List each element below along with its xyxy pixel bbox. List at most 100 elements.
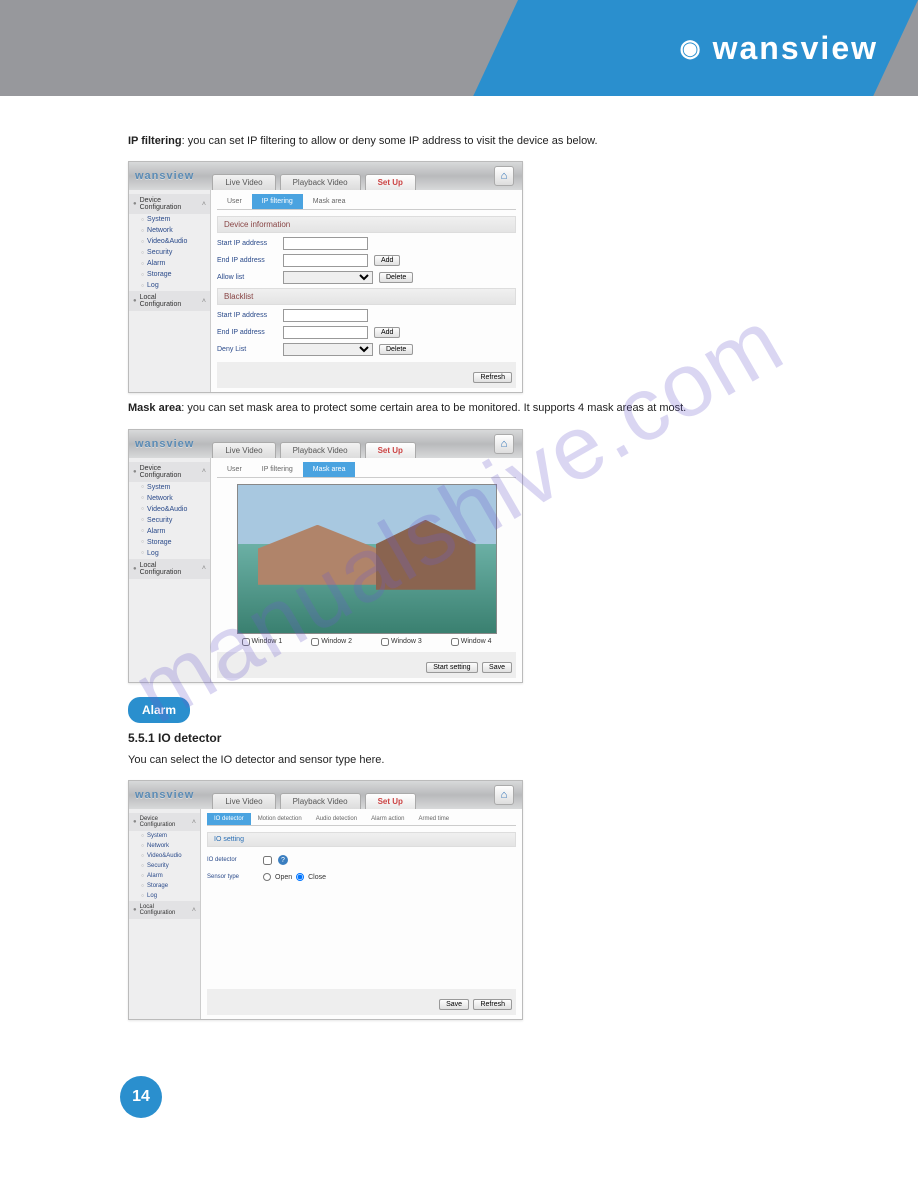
checkbox-io-detector[interactable] (263, 856, 272, 865)
delete-allow-button[interactable]: Delete (379, 272, 413, 283)
select-deny-list[interactable] (283, 343, 373, 356)
ip-filter-text: : you can set IP filtering to allow or d… (182, 135, 598, 147)
add-deny-button[interactable]: Add (374, 327, 400, 338)
sidebar-item-alarm[interactable]: Alarm (129, 258, 210, 269)
row-sensor-type: Sensor type Open Close (207, 873, 516, 881)
footer-bar-3: Save Refresh (207, 989, 516, 1015)
add-allow-button[interactable]: Add (374, 255, 400, 266)
ip-filter-label: IP filtering (128, 135, 182, 147)
sidebar-item-video-audio-2[interactable]: Video&Audio (129, 504, 210, 515)
refresh-button-1[interactable]: Refresh (473, 372, 512, 383)
mask-preview-image[interactable] (237, 484, 497, 634)
header-banner: ◉ wansview (0, 0, 918, 96)
subtab-armed-time[interactable]: Armed time (411, 813, 456, 825)
input-start-ip-allow[interactable] (283, 237, 368, 250)
checkbox-window-3[interactable] (381, 638, 389, 646)
ip-filter-intro: IP filtering: you can set IP filtering t… (128, 134, 878, 149)
subtabs-security-2: User IP filtering Mask area (217, 462, 516, 478)
home-icon[interactable]: ⌂ (494, 166, 514, 186)
sidebar-item-storage-3[interactable]: Storage (129, 881, 200, 891)
input-end-ip-allow[interactable] (283, 254, 368, 267)
subtab-io-detector[interactable]: IO detector (207, 813, 251, 825)
page-number: 14 (120, 1076, 162, 1118)
subtab-audio-detection[interactable]: Audio detection (309, 813, 364, 825)
tab-set-up[interactable]: Set Up (365, 174, 416, 190)
sidebar-item-alarm-2[interactable]: Alarm (129, 526, 210, 537)
check-window-3[interactable]: Window 3 (381, 638, 422, 646)
brand-logo: ◉ wansview (680, 30, 878, 67)
subtab-ip-filtering-2[interactable]: IP filtering (252, 462, 303, 477)
sidebar-item-log-2[interactable]: Log (129, 548, 210, 559)
sidebar-item-security[interactable]: Security (129, 247, 210, 258)
sidebar-item-log[interactable]: Log (129, 280, 210, 291)
sidebar-item-system[interactable]: System (129, 214, 210, 225)
topbar-tabs-1: Live Video Playback Video Set Up (212, 168, 416, 184)
sidebar-item-network[interactable]: Network (129, 225, 210, 236)
help-icon[interactable]: ? (278, 855, 288, 865)
refresh-io-button[interactable]: Refresh (473, 999, 512, 1010)
sidebar-group-device-config-3[interactable]: Device Configuration˄ (129, 813, 200, 831)
delete-deny-button[interactable]: Delete (379, 344, 413, 355)
check-window-2[interactable]: Window 2 (311, 638, 352, 646)
input-end-ip-deny[interactable] (283, 326, 368, 339)
sidebar-group-device-config-2[interactable]: Device Configuration˄ (129, 462, 210, 482)
tab-live-video-2[interactable]: Live Video (212, 442, 275, 458)
radio-close[interactable] (296, 873, 304, 881)
sidebar-item-security-2[interactable]: Security (129, 515, 210, 526)
sidebar-2: Device Configuration˄ System Network Vid… (129, 458, 211, 682)
home-icon-3[interactable]: ⌂ (494, 785, 514, 805)
start-setting-button[interactable]: Start setting (426, 662, 477, 673)
row-io-detector: IO detector ? (207, 855, 516, 865)
check-window-4[interactable]: Window 4 (451, 638, 492, 646)
page-content: manualshive.com IP filtering: you can se… (0, 96, 918, 1148)
subtab-user[interactable]: User (217, 194, 252, 209)
app-logo-2: wansview (135, 438, 194, 450)
subtab-mask-area[interactable]: Mask area (303, 194, 356, 209)
sidebar-group-local-config-2[interactable]: Local Configuration˄ (129, 559, 210, 579)
checkbox-window-2[interactable] (311, 638, 319, 646)
window-checks: Window 1 Window 2 Window 3 Window 4 (227, 638, 506, 646)
tab-live-video-3[interactable]: Live Video (212, 793, 275, 809)
main-panel-io: IO detector Motion detection Audio detec… (201, 809, 522, 1019)
subtab-user-2[interactable]: User (217, 462, 252, 477)
sidebar-item-network-2[interactable]: Network (129, 493, 210, 504)
subtabs-alarm: IO detector Motion detection Audio detec… (207, 813, 516, 826)
sidebar-group-local-config[interactable]: Local Configuration˄ (129, 291, 210, 311)
sidebar-item-storage[interactable]: Storage (129, 269, 210, 280)
tab-playback-video[interactable]: Playback Video (280, 174, 361, 190)
sidebar-group-local-config-3[interactable]: Local Configuration˄ (129, 901, 200, 919)
subtab-motion-detection[interactable]: Motion detection (251, 813, 309, 825)
sidebar-item-system-2[interactable]: System (129, 482, 210, 493)
footer-bar-1: Refresh (217, 362, 516, 388)
subtab-mask-area-2[interactable]: Mask area (303, 462, 356, 477)
topbar-tabs-2: Live Video Playback Video Set Up (212, 436, 416, 452)
sidebar-item-system-3[interactable]: System (129, 831, 200, 841)
label-deny-list: Deny List (217, 346, 277, 353)
tab-playback-video-2[interactable]: Playback Video (280, 442, 361, 458)
checkbox-window-1[interactable] (242, 638, 250, 646)
tab-set-up-3[interactable]: Set Up (365, 793, 416, 809)
select-allow-list[interactable] (283, 271, 373, 284)
subtab-ip-filtering[interactable]: IP filtering (252, 194, 303, 209)
save-io-button[interactable]: Save (439, 999, 469, 1010)
subtab-alarm-action[interactable]: Alarm action (364, 813, 411, 825)
input-start-ip-deny[interactable] (283, 309, 368, 322)
sidebar-group-device-config[interactable]: Device Configuration˄ (129, 194, 210, 214)
radio-open[interactable] (263, 873, 271, 881)
sidebar-item-alarm-3[interactable]: Alarm (129, 871, 200, 881)
subtabs-security: User IP filtering Mask area (217, 194, 516, 210)
sidebar-item-network-3[interactable]: Network (129, 841, 200, 851)
home-icon-2[interactable]: ⌂ (494, 434, 514, 454)
sidebar-item-log-3[interactable]: Log (129, 891, 200, 901)
sidebar-item-video-audio-3[interactable]: Video&Audio (129, 851, 200, 861)
row-start-ip-allow: Start IP address (217, 237, 516, 250)
sidebar-item-video-audio[interactable]: Video&Audio (129, 236, 210, 247)
save-mask-button[interactable]: Save (482, 662, 512, 673)
sidebar-item-security-3[interactable]: Security (129, 861, 200, 871)
check-window-1[interactable]: Window 1 (242, 638, 283, 646)
checkbox-window-4[interactable] (451, 638, 459, 646)
tab-set-up-2[interactable]: Set Up (365, 442, 416, 458)
tab-live-video[interactable]: Live Video (212, 174, 275, 190)
sidebar-item-storage-2[interactable]: Storage (129, 537, 210, 548)
tab-playback-video-3[interactable]: Playback Video (280, 793, 361, 809)
